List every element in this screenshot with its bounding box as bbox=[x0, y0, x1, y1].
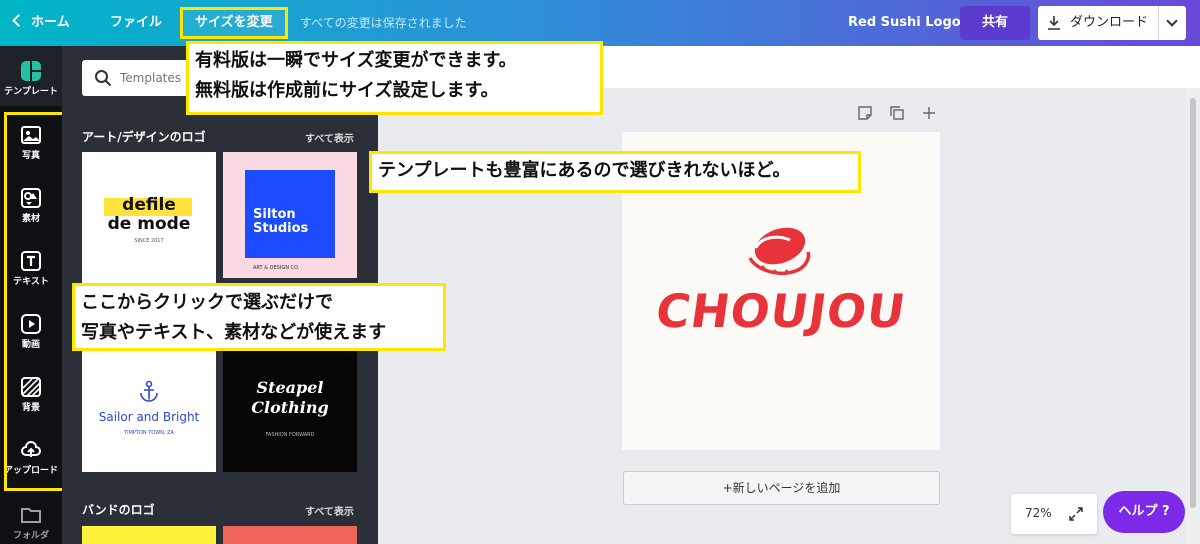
note-icon[interactable] bbox=[858, 106, 872, 120]
download-label: ダウンロード bbox=[1070, 15, 1149, 30]
download-button[interactable]: ダウンロード bbox=[1038, 6, 1186, 40]
text-icon bbox=[21, 251, 41, 271]
home-label: ホーム bbox=[31, 15, 70, 30]
folder-icon bbox=[21, 508, 41, 523]
canvas-scrollbar[interactable] bbox=[1186, 88, 1200, 544]
section-title-art-logos: アート/デザインのロゴ bbox=[82, 130, 206, 144]
sidebar-item-label: テキスト bbox=[13, 277, 49, 287]
download-divider bbox=[1158, 6, 1159, 40]
sidebar-item-elements[interactable]: 素材 bbox=[0, 181, 62, 241]
thumb-title: Silton Studios bbox=[253, 208, 308, 236]
thumb-title-line2: de mode bbox=[107, 214, 191, 234]
template-thumb-band-1[interactable] bbox=[82, 526, 216, 544]
background-icon bbox=[21, 377, 41, 397]
annotation-line: 無料版は作成前にサイズ設定します。 bbox=[195, 80, 499, 101]
sidebar-item-label: フォルダ bbox=[12, 531, 49, 541]
canvas-area: CHOUJOU +新しいページを追加 72% ヘルプ ? bbox=[378, 46, 1200, 544]
sidebar-item-label: 素材 bbox=[21, 214, 40, 224]
save-status: すべての変更は保存されました bbox=[300, 16, 467, 30]
see-all-band-logos[interactable]: すべて表示 bbox=[305, 503, 354, 518]
zoom-level: 72% bbox=[1025, 506, 1052, 520]
sidebar-item-text[interactable]: テキスト bbox=[0, 244, 62, 304]
see-all-art-logos[interactable]: すべて表示 bbox=[305, 130, 354, 145]
templates-tab-content: テンプレート bbox=[0, 46, 62, 106]
fullscreen-icon[interactable] bbox=[1069, 507, 1083, 521]
zoom-control[interactable]: 72% bbox=[1011, 494, 1097, 534]
thumb-title: Steapel Clothing bbox=[223, 378, 357, 418]
copy-page-icon[interactable] bbox=[890, 106, 904, 120]
thumb-title: defile de mode bbox=[82, 196, 216, 234]
annotation-click: ここからクリックで選ぶだけで 写真やテキスト、素材などが使えます bbox=[72, 283, 446, 351]
annotation-resize: 有料版は一瞬でサイズ変更ができます。 無料版は作成前にサイズ設定します。 bbox=[186, 41, 603, 115]
thumb-title-line2: Studios bbox=[253, 221, 309, 236]
logo-text: CHOUJOU bbox=[652, 284, 910, 338]
template-thumb-sailor[interactable]: Sailor and Bright TIMPTON TOWN, ZA bbox=[82, 338, 216, 472]
resize-button[interactable]: サイズを変更 bbox=[180, 7, 288, 39]
template-thumb-steapel[interactable]: Steapel Clothing FASHION FORWARD bbox=[223, 338, 357, 472]
thumb-subtitle: FASHION FORWARD bbox=[265, 432, 315, 438]
templates-icon bbox=[21, 61, 41, 81]
download-icon bbox=[1048, 16, 1060, 30]
thumb-title-line2: Clothing bbox=[251, 398, 329, 417]
sidebar-item-label: 動画 bbox=[21, 340, 40, 350]
help-button[interactable]: ヘルプ ? bbox=[1103, 491, 1185, 533]
photo-icon bbox=[21, 126, 41, 144]
template-thumb-silton[interactable]: Silton Studios ART & DESIGN CO. bbox=[223, 152, 357, 278]
thumb-title-line1: Silton bbox=[253, 207, 296, 222]
sidebar-item-photos[interactable]: 写真 bbox=[0, 118, 62, 178]
thumb-title: Sailor and Bright bbox=[98, 410, 200, 424]
sidebar-item-label: 背景 bbox=[21, 403, 40, 413]
upload-icon bbox=[21, 441, 41, 457]
annotation-line: 有料版は一瞬でサイズ変更ができます。 bbox=[195, 50, 517, 71]
template-thumb-defile[interactable]: defile de mode SINCE 2017 bbox=[82, 152, 216, 292]
file-menu-button[interactable]: ファイル bbox=[110, 0, 162, 46]
thumb-title-line1: Steapel bbox=[256, 378, 324, 397]
annotation-templates: テンプレートも豊富にあるので選びきれないほど。 bbox=[369, 151, 861, 193]
sidebar-item-label: テンプレート bbox=[4, 87, 58, 97]
sushi-logo-icon bbox=[748, 227, 811, 275]
video-icon bbox=[21, 314, 41, 334]
sidebar-item-templates[interactable]: テンプレート bbox=[0, 46, 62, 106]
sidebar-item-uploads[interactable]: アップロード bbox=[0, 433, 62, 493]
thumb-subtitle: TIMPTON TOWN, ZA bbox=[124, 430, 174, 436]
thumb-subtitle: ART & DESIGN CO. bbox=[253, 265, 300, 271]
thumb-title-line1: defile bbox=[122, 195, 176, 215]
sidebar-item-label: 写真 bbox=[21, 151, 40, 161]
sidebar-item-video[interactable]: 動画 bbox=[0, 307, 62, 367]
chevron-down-icon[interactable] bbox=[1166, 15, 1178, 27]
home-button[interactable]: ホーム bbox=[12, 0, 70, 46]
annotation-line: テンプレートも豊富にあるので選びきれないほど。 bbox=[378, 160, 791, 181]
top-toolbar: ホーム ファイル サイズを変更 すべての変更は保存されました Red Sushi… bbox=[0, 0, 1200, 46]
template-thumb-band-2[interactable] bbox=[223, 526, 357, 544]
search-icon bbox=[95, 70, 112, 87]
sidebar-item-background[interactable]: 背景 bbox=[0, 370, 62, 430]
add-new-page-button[interactable]: +新しいページを追加 bbox=[623, 471, 940, 505]
anchor-icon bbox=[140, 380, 158, 402]
side-nav-rail: テンプレート 写真 素材 テキスト 動画 背景 アップロード フォルダ bbox=[0, 46, 62, 544]
share-button[interactable]: 共有 bbox=[960, 6, 1030, 40]
design-title[interactable]: Red Sushi Logo bbox=[848, 0, 961, 46]
sidebar-item-label: アップロード bbox=[3, 466, 58, 476]
sidebar-item-folders[interactable]: フォルダ bbox=[0, 498, 62, 544]
chevron-left-icon bbox=[12, 14, 25, 27]
annotation-line: 写真やテキスト、素材などが使えます bbox=[81, 322, 387, 343]
section-title-band-logos: バンドのロゴ bbox=[82, 503, 155, 517]
annotation-line: ここからクリックで選ぶだけで bbox=[81, 292, 333, 313]
thumb-subtitle: SINCE 2017 bbox=[134, 238, 164, 244]
add-page-icon[interactable] bbox=[922, 106, 936, 120]
scrollbar-thumb[interactable] bbox=[1190, 98, 1196, 508]
elements-icon bbox=[21, 188, 41, 208]
